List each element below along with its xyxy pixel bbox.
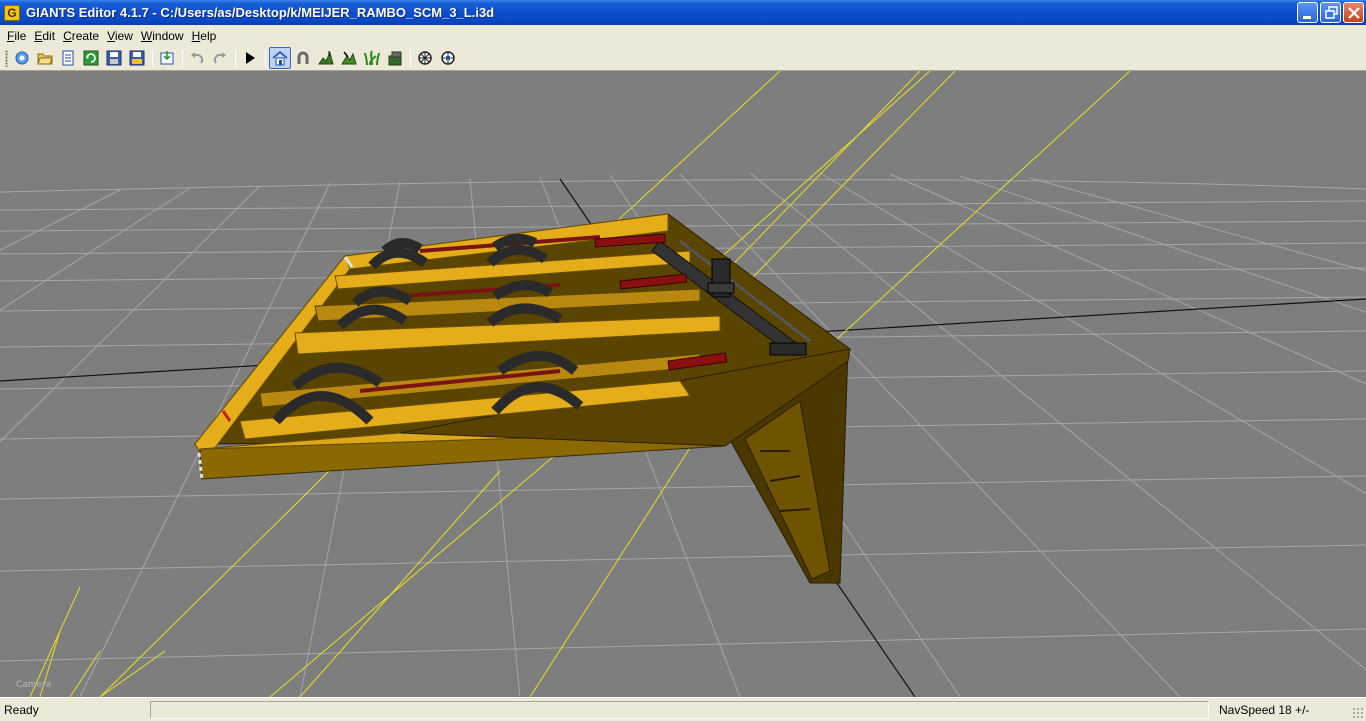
toolbar xyxy=(0,46,1366,71)
physics-button[interactable] xyxy=(437,47,459,69)
save-button[interactable] xyxy=(103,47,125,69)
camera-label: Camera xyxy=(16,680,52,690)
menu-view[interactable]: View xyxy=(106,29,140,43)
redo-button[interactable] xyxy=(209,47,231,69)
restore-icon xyxy=(1325,6,1338,19)
menu-window[interactable]: Window xyxy=(140,29,191,43)
3d-viewport[interactable]: Camera xyxy=(0,71,1366,697)
physics-icon xyxy=(441,51,455,65)
toolbar-separator xyxy=(235,49,236,67)
menu-edit[interactable]: Edit xyxy=(33,29,62,43)
menu-help[interactable]: Help xyxy=(191,29,224,43)
redo-icon xyxy=(213,52,226,64)
menu-file[interactable]: File xyxy=(6,29,33,43)
giants-app-icon[interactable]: G xyxy=(4,4,20,21)
refresh-button[interactable] xyxy=(80,47,102,69)
new-scene-icon xyxy=(15,51,29,65)
toolbar-grip[interactable] xyxy=(5,49,8,67)
home-icon xyxy=(272,50,288,66)
new-scene-button[interactable] xyxy=(11,47,33,69)
toolbar-separator xyxy=(410,49,411,67)
toolbar-separator xyxy=(182,49,183,67)
status-panel xyxy=(150,701,1209,719)
menu-create[interactable]: Create xyxy=(62,29,106,43)
menu-bar: File Edit Create View Window Help xyxy=(0,25,1366,46)
save-all-button[interactable] xyxy=(126,47,148,69)
toolbar-separator xyxy=(265,49,266,67)
title-bar[interactable]: G GIANTS Editor 4.1.7 - C:/Users/as/Desk… xyxy=(0,0,1366,25)
render-settings-button[interactable] xyxy=(414,47,436,69)
foliage-icon xyxy=(364,50,380,66)
terrain-paint-button[interactable] xyxy=(338,47,360,69)
status-bar: Ready NavSpeed 18 +/- xyxy=(0,697,1366,721)
status-text: Ready xyxy=(4,703,39,717)
terrain-smooth-icon xyxy=(388,51,402,66)
render-settings-icon xyxy=(418,51,432,65)
scene-render xyxy=(0,71,1366,697)
app-window: G GIANTS Editor 4.1.7 - C:/Users/as/Desk… xyxy=(0,0,1366,721)
nav-speed-indicator[interactable]: NavSpeed 18 +/- xyxy=(1219,703,1309,717)
close-icon xyxy=(1348,7,1360,19)
foliage-button[interactable] xyxy=(361,47,383,69)
terrain-raise-icon xyxy=(318,51,334,65)
open-button[interactable] xyxy=(34,47,56,69)
terrain-paint-icon xyxy=(341,51,357,65)
restore-button[interactable] xyxy=(1320,2,1341,23)
play-button[interactable] xyxy=(239,47,261,69)
save-all-icon xyxy=(129,50,145,66)
magnet-icon xyxy=(297,51,309,64)
undo-button[interactable] xyxy=(186,47,208,69)
play-icon xyxy=(246,52,255,64)
terrain-smooth-button[interactable] xyxy=(384,47,406,69)
magnet-button[interactable] xyxy=(292,47,314,69)
refresh-icon xyxy=(83,50,99,66)
save-icon xyxy=(106,50,122,66)
window-title: GIANTS Editor 4.1.7 - C:/Users/as/Deskto… xyxy=(26,5,495,20)
import-icon xyxy=(160,51,174,65)
resize-grip[interactable] xyxy=(1352,707,1364,719)
toolbar-separator xyxy=(152,49,153,67)
minimize-button[interactable] xyxy=(1297,2,1318,23)
home-button[interactable] xyxy=(269,47,291,69)
import-button[interactable] xyxy=(156,47,178,69)
undo-icon xyxy=(191,52,204,64)
document-icon xyxy=(62,50,74,66)
open-icon xyxy=(37,53,53,65)
close-button[interactable] xyxy=(1343,2,1364,23)
minimize-icon xyxy=(1303,16,1311,19)
terrain-raise-button[interactable] xyxy=(315,47,337,69)
document-button[interactable] xyxy=(57,47,79,69)
